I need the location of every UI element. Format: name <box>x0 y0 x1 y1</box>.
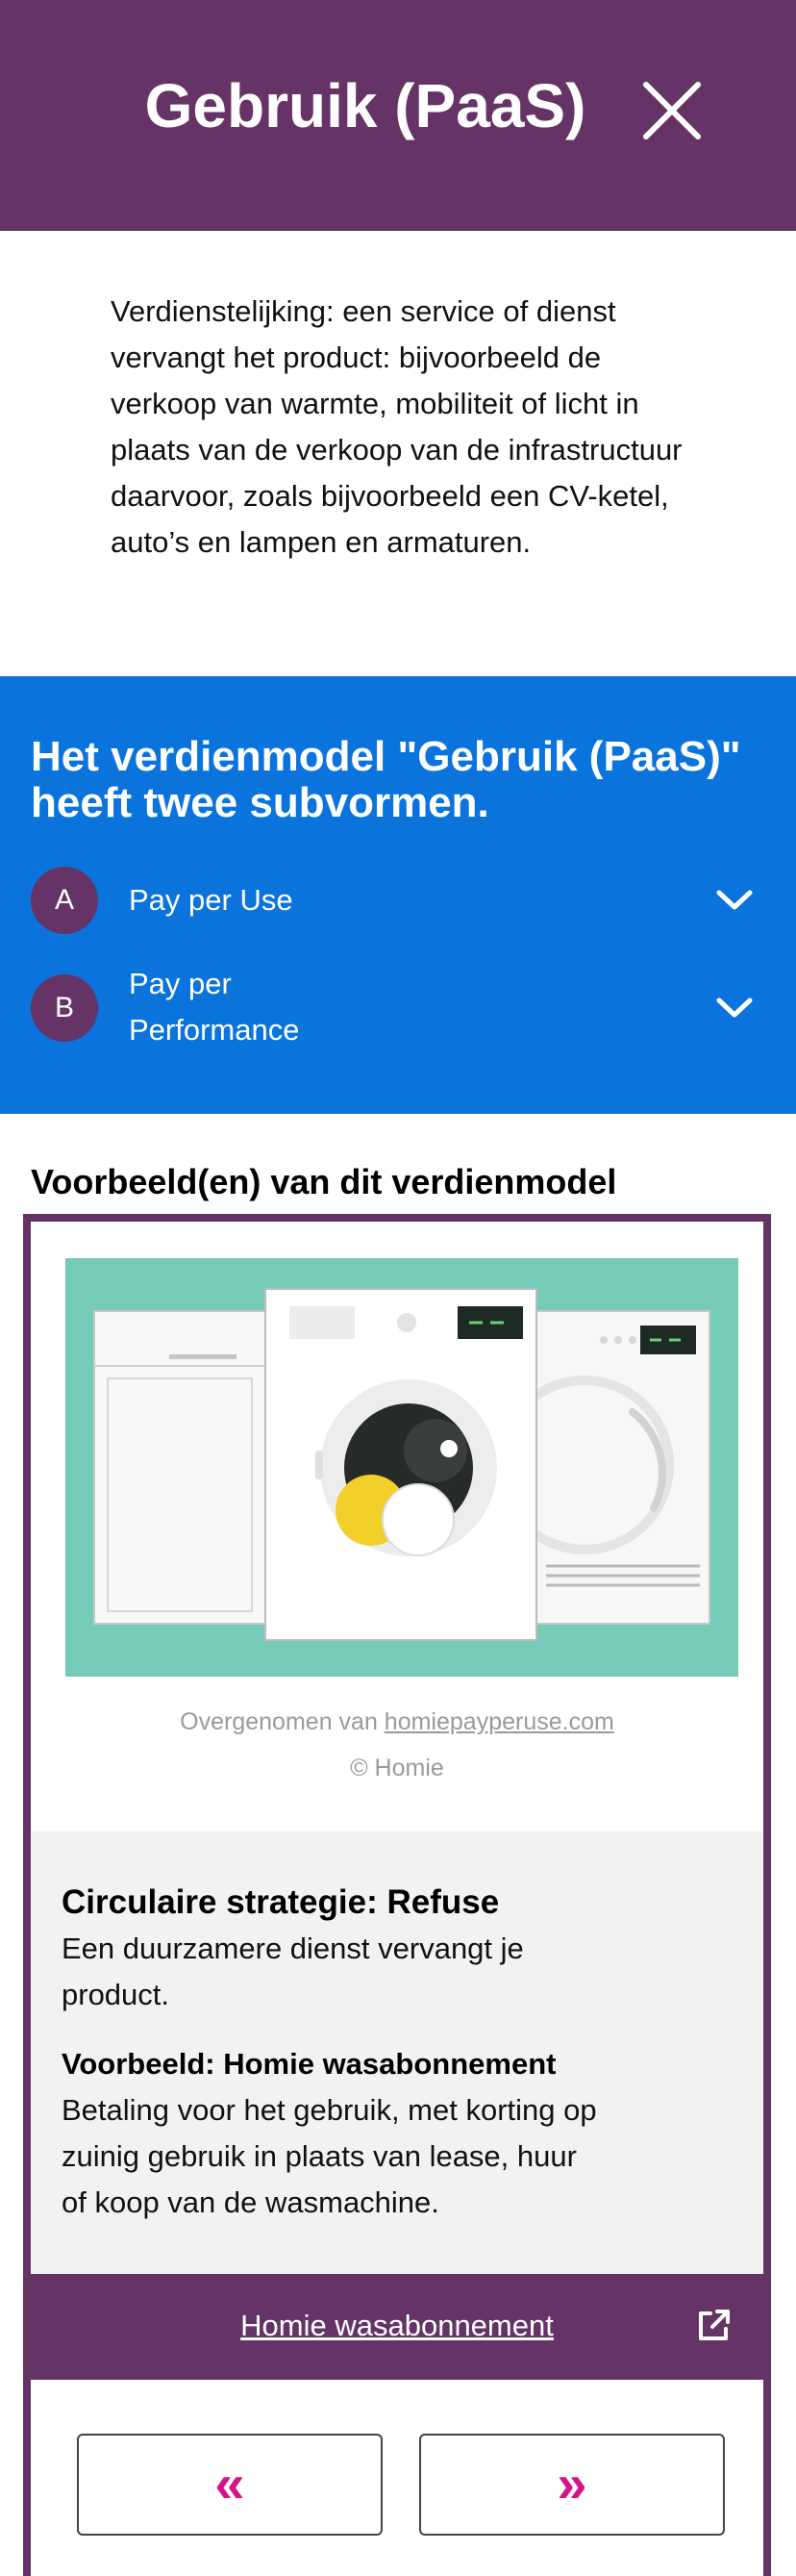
previous-button[interactable]: « <box>77 2434 383 2536</box>
examples-title: Voorbeeld(en) van dit verdienmodel <box>31 1162 617 1201</box>
subforms-panel: Het verdienmodel "Gebruik (PaaS)" heeft … <box>0 676 796 1114</box>
strategy-text: Een duurzamere dienst vervangt je produc… <box>62 1932 524 2011</box>
intro-text: Verdienstelijking: een service of dienst… <box>111 294 683 559</box>
subform-item-pay-per-performance[interactable]: B Pay per Performance <box>0 955 796 1061</box>
subforms-title: Het verdienmodel "Gebruik (PaaS)" heeft … <box>31 733 741 826</box>
external-link-icon[interactable] <box>694 2307 733 2345</box>
subform-label-line2: Performance <box>129 1013 300 1047</box>
double-chevron-left-icon: « <box>214 2453 245 2513</box>
double-chevron-right-icon: » <box>557 2453 587 2513</box>
subform-badge: A <box>31 867 98 934</box>
washing-machines-illustration <box>65 1258 738 1677</box>
close-icon[interactable] <box>638 77 706 144</box>
example-text: Betaling voor het gebruik, met korting o… <box>62 2093 597 2219</box>
strategy-title: Circulaire strategie: Refuse <box>62 1883 500 1921</box>
subform-badge: B <box>31 974 98 1042</box>
example-title: Voorbeeld: Homie wasabonnement <box>62 2047 557 2081</box>
image-credit-prefix: Overgenomen van <box>180 1708 385 1735</box>
image-credit: Overgenomen van homiepayperuse.com <box>31 1705 763 1739</box>
external-link[interactable]: Homie wasabonnement <box>31 2303 763 2349</box>
page-title: Gebruik (PaaS) <box>144 71 586 140</box>
external-link-bar[interactable]: Homie wasabonnement <box>31 2274 763 2380</box>
subform-label: Pay per Use <box>129 883 293 917</box>
next-button[interactable]: » <box>419 2434 725 2536</box>
page-header: Gebruik (PaaS) <box>0 0 796 231</box>
image-copyright: © Homie <box>350 1755 444 1781</box>
example-card: Overgenomen van homiepayperuse.com © Hom… <box>23 1214 771 2576</box>
subform-label-line1: Pay per <box>129 967 232 1000</box>
chevron-down-icon[interactable] <box>715 997 754 1020</box>
strategy-panel: Circulaire strategie: Refuse Een duurzam… <box>31 1831 763 2274</box>
subform-item-pay-per-use[interactable]: A Pay per Use <box>0 857 796 944</box>
image-credit-link[interactable]: homiepayperuse.com <box>385 1708 614 1735</box>
chevron-down-icon[interactable] <box>715 889 754 912</box>
